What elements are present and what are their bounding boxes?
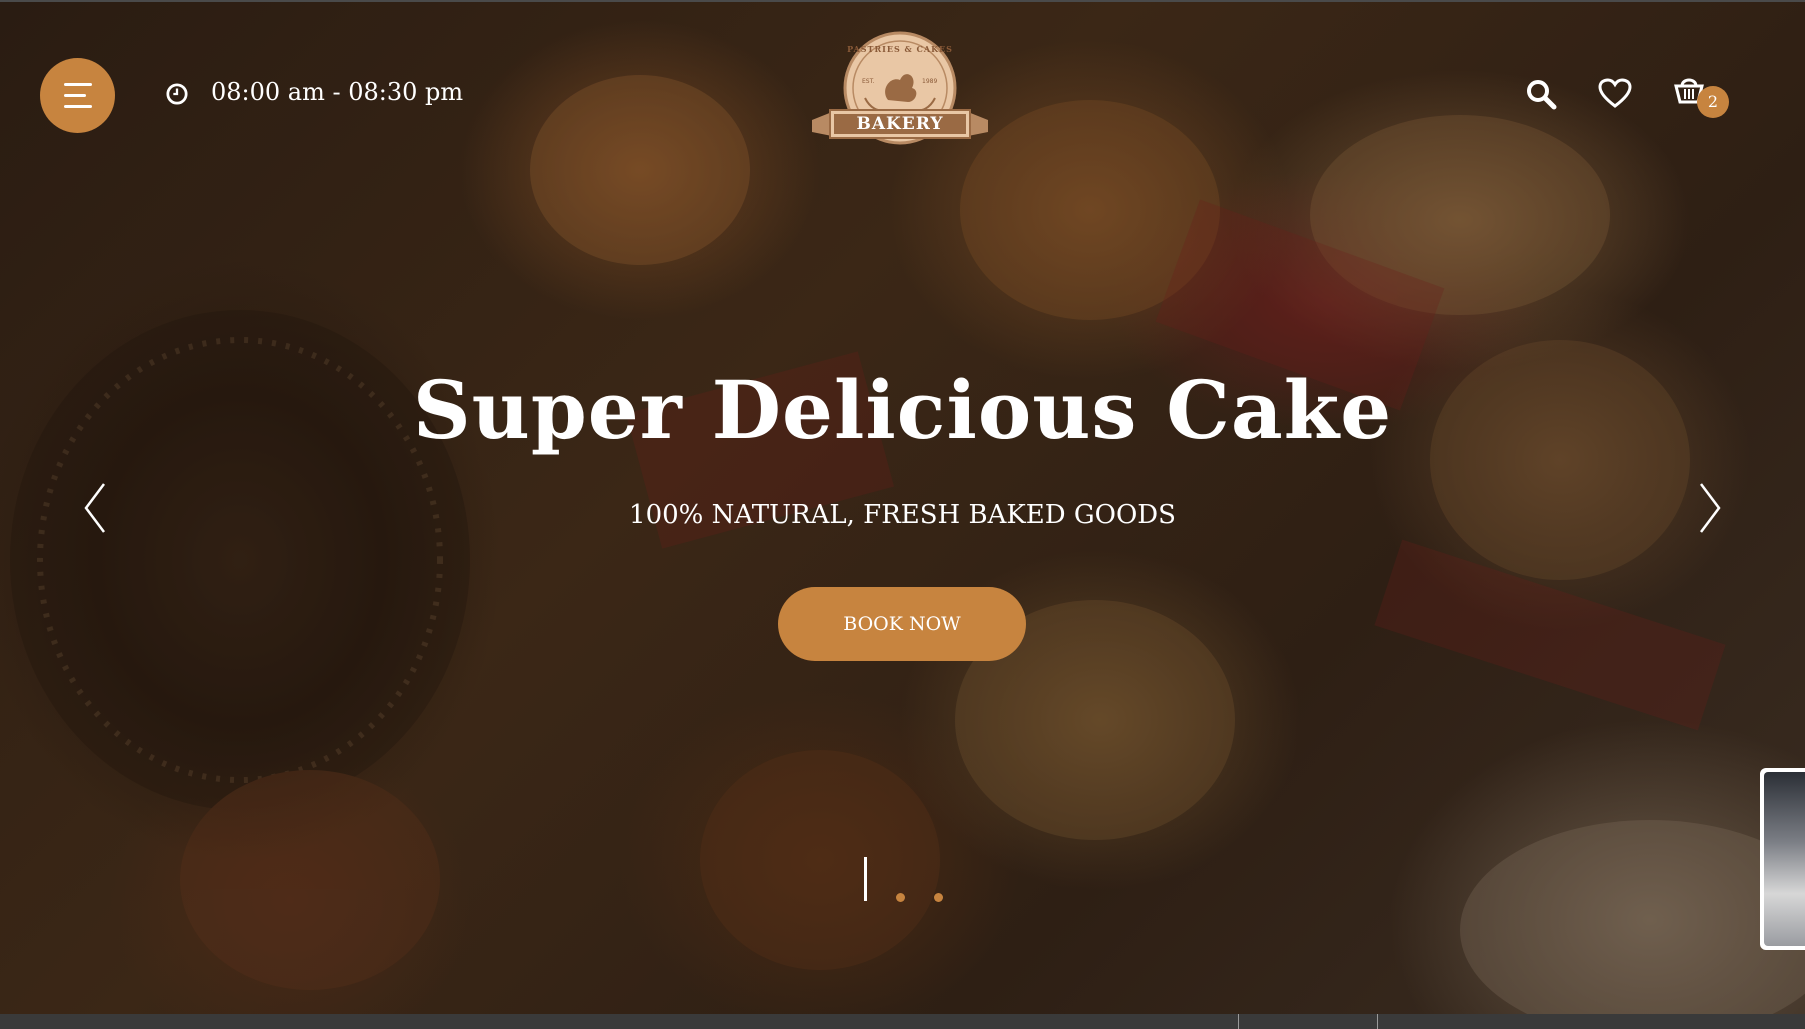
search-icon[interactable]	[1525, 78, 1557, 110]
logo-name: BAKERY	[856, 114, 944, 134]
menu-icon-line-1	[64, 83, 92, 86]
menu-icon-line-2	[64, 94, 86, 97]
side-popup-widget[interactable]	[1760, 768, 1805, 950]
menu-icon-line-3	[64, 105, 92, 108]
slide-indicator-dot[interactable]	[896, 893, 905, 902]
next-slide-arrow-icon[interactable]	[1689, 478, 1729, 538]
hero-slider: 08:00 am - 08:30 pm PASTRIES & CAKES EST…	[0, 0, 1805, 1014]
hero-subtitle: 100% NATURAL, FRESH BAKED GOODS	[629, 500, 1176, 530]
heart-icon[interactable]	[1598, 78, 1632, 108]
logo-top-text: PASTRIES & CAKES	[847, 44, 953, 54]
slide-indicator-dot[interactable]	[934, 893, 943, 902]
book-now-button[interactable]: BOOK NOW	[778, 587, 1026, 661]
bakery-logo[interactable]: PASTRIES & CAKES EST. 1989 BAKERY	[810, 28, 990, 163]
clock-icon	[166, 83, 188, 105]
hero-title: Super Delicious Cake	[412, 363, 1393, 457]
bottom-divider	[1377, 1014, 1378, 1029]
opening-hours: 08:00 am - 08:30 pm	[211, 78, 464, 106]
bottom-scrollbar	[0, 1014, 1805, 1029]
menu-button[interactable]	[40, 58, 115, 133]
bottom-divider	[1238, 1014, 1239, 1029]
logo-est: EST.	[862, 78, 875, 85]
slide-indicator-active[interactable]	[864, 857, 867, 901]
prev-slide-arrow-icon[interactable]	[76, 478, 116, 538]
cart-count-badge: 2	[1697, 86, 1729, 118]
logo-year: 1989	[922, 78, 938, 85]
side-popup-thumbnail	[1764, 772, 1805, 946]
